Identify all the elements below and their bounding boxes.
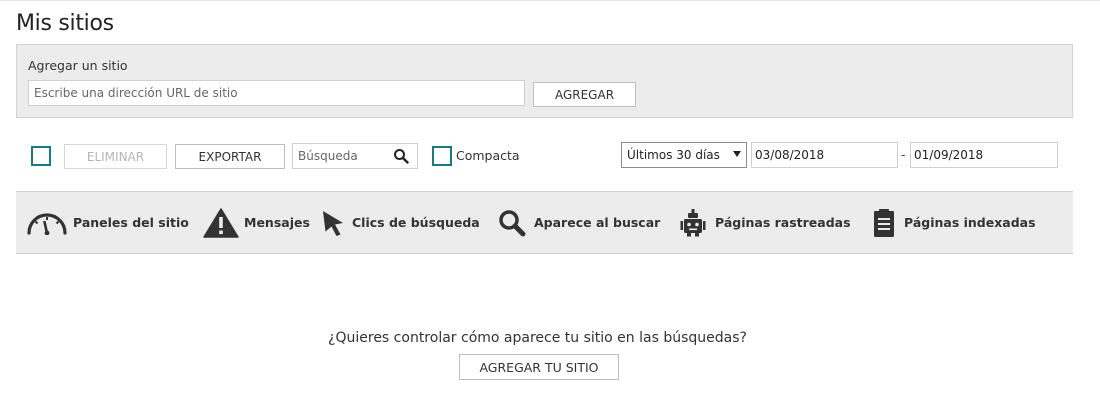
sites-toolbar: ELIMINAR EXPORTAR Compacta Últimos 30 dí… [0,142,1100,170]
site-url-input[interactable] [28,80,525,106]
date-range-value: Últimos 30 días [627,148,720,162]
tab-crawled-pages[interactable]: Páginas rastreadas [680,192,851,253]
tab-label: Páginas rastreadas [715,215,851,230]
search-box [292,143,418,169]
tab-label: Aparece al buscar [534,215,661,230]
tab-search-clicks[interactable]: Clics de búsqueda [321,192,481,253]
magnifier-icon [499,210,526,237]
add-site-panel: Agregar un sitio AGREGAR [16,44,1073,118]
tab-site-dashboard[interactable]: Paneles del sitio [26,192,196,253]
add-your-site-button[interactable]: AGREGAR TU SITIO [459,354,619,380]
date-from-input[interactable] [751,142,898,168]
cursor-icon [323,211,343,236]
add-button[interactable]: AGREGAR [533,82,636,107]
warning-icon [203,208,239,238]
export-button[interactable]: EXPORTAR [175,144,285,169]
top-divider [0,0,1100,1]
tab-label: Páginas indexadas [904,215,1036,230]
tab-label: Paneles del sitio [73,215,189,230]
report-tabs: Paneles del sitio Mensajes Clics de búsq… [16,191,1073,254]
tab-messages[interactable]: Mensajes [203,192,310,253]
document-icon [874,209,894,237]
compact-label: Compacta [456,148,520,163]
search-input[interactable] [293,144,389,168]
robot-icon [680,209,706,237]
search-icon[interactable] [393,148,409,164]
select-all-checkbox[interactable] [31,146,51,166]
chevron-down-icon [733,151,741,157]
delete-button[interactable]: ELIMINAR [64,144,167,169]
tab-indexed-pages[interactable]: Páginas indexadas [873,192,1043,253]
date-to-input[interactable] [910,142,1058,168]
compact-checkbox[interactable] [432,146,452,166]
add-site-label: Agregar un sitio [28,58,128,73]
empty-state-message: ¿Quieres controlar cómo aparece tu sitio… [328,330,747,346]
tab-label: Mensajes [244,215,310,230]
gauge-icon [27,213,67,235]
tab-label: Clics de búsqueda [352,215,480,230]
date-range-select[interactable]: Últimos 30 días [621,142,747,168]
page-title: Mis sitios [16,11,114,36]
tab-appears-in-search[interactable]: Aparece al buscar [498,192,661,253]
date-separator: - [901,148,906,162]
